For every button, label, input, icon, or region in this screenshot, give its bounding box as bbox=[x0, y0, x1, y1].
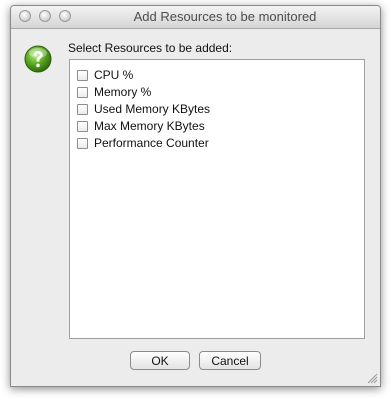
close-window-button[interactable] bbox=[19, 10, 31, 22]
resource-checkbox[interactable] bbox=[77, 120, 88, 132]
resource-label: Max Memory KBytes bbox=[94, 119, 205, 133]
ok-button[interactable]: OK bbox=[130, 351, 190, 370]
resource-label: Memory % bbox=[94, 85, 152, 99]
resources-list[interactable]: CPU % Memory % Used Memory KBytes Max Me… bbox=[69, 59, 365, 339]
select-resources-prompt: Select Resources to be added: bbox=[68, 41, 233, 55]
resource-checkbox[interactable] bbox=[77, 69, 88, 81]
resource-checkbox[interactable] bbox=[77, 103, 88, 115]
resource-item-cpu[interactable]: CPU % bbox=[77, 67, 133, 83]
resource-label: Used Memory KBytes bbox=[94, 102, 211, 116]
resource-item-performance-counter[interactable]: Performance Counter bbox=[77, 135, 209, 151]
resource-label: CPU % bbox=[94, 68, 134, 82]
resource-label: Performance Counter bbox=[94, 136, 209, 150]
window-title: Add Resources to be monitored bbox=[133, 9, 317, 24]
cancel-button[interactable]: Cancel bbox=[199, 351, 261, 370]
help-question-icon bbox=[24, 45, 52, 73]
resource-checkbox[interactable] bbox=[77, 137, 88, 149]
dialog-window: Add Resources to be monitored Select Res… bbox=[10, 5, 381, 387]
resource-checkbox[interactable] bbox=[77, 86, 88, 98]
title-bar[interactable]: Add Resources to be monitored bbox=[11, 6, 380, 29]
zoom-window-button[interactable] bbox=[59, 10, 71, 22]
minimize-window-button[interactable] bbox=[39, 10, 51, 22]
resource-item-max-memory[interactable]: Max Memory KBytes bbox=[77, 118, 205, 134]
resource-item-memory[interactable]: Memory % bbox=[77, 84, 151, 100]
resource-item-used-memory[interactable]: Used Memory KBytes bbox=[77, 101, 210, 117]
resize-grip-icon[interactable] bbox=[367, 373, 378, 384]
